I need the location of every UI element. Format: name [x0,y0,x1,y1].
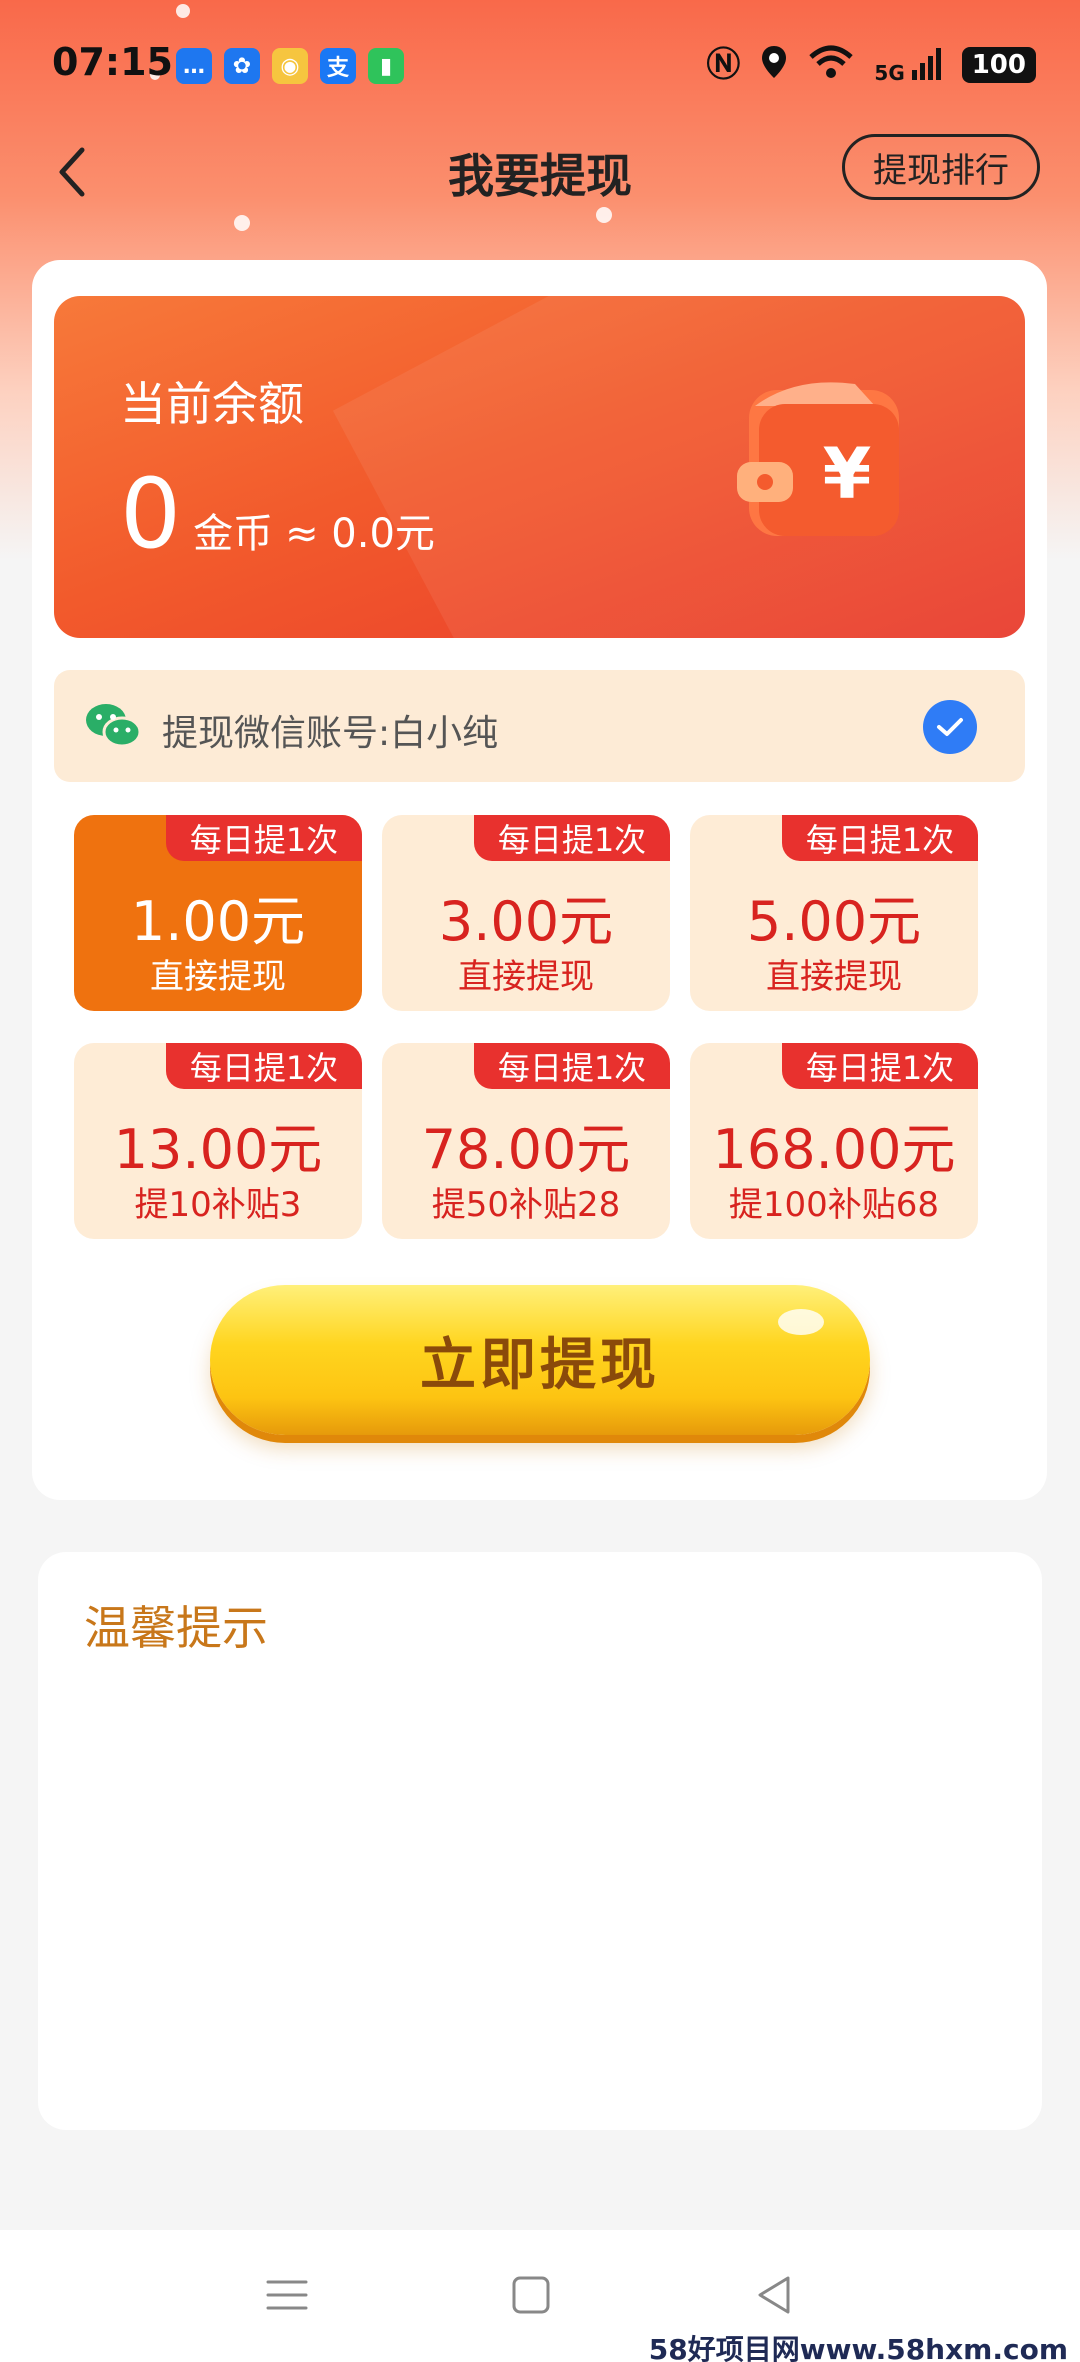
menu-icon[interactable] [262,2270,312,2320]
option-subtitle: 提100补贴68 [728,1185,940,1225]
option-amount: 3.00元 [438,890,614,953]
daily-limit-badge: 每日提1次 [782,1043,978,1089]
daily-limit-badge: 每日提1次 [474,815,670,861]
balance-row: 0 金币 ≈ 0.0元 [120,466,435,562]
balance-unit: 金币 [193,511,274,557]
weibo-icon: ◉ [272,48,308,84]
back-triangle-icon[interactable] [750,2270,800,2320]
daily-limit-badge: 每日提1次 [166,1043,362,1089]
amount-option[interactable]: 每日提1次 78.00元 提50补贴28 [382,1043,670,1239]
status-time: 07:15 [52,40,173,84]
option-amount: 168.00元 [712,1118,956,1181]
daily-limit-badge: 每日提1次 [166,815,362,861]
amount-option[interactable]: 每日提1次 5.00元 直接提现 [690,815,978,1011]
option-subtitle: 直接提现 [458,957,594,997]
option-subtitle: 提50补贴28 [431,1185,621,1225]
network-label: 5G [874,60,905,85]
tips-card: 温馨提示 [38,1552,1042,2130]
option-amount: 5.00元 [746,890,922,953]
amount-option[interactable]: 每日提1次 13.00元 提10补贴3 [74,1043,362,1239]
nfc-icon: Ⓝ [706,45,741,85]
battery-app-icon: ▮ [368,48,404,84]
amount-option[interactable]: 每日提1次 168.00元 提100补贴68 [690,1043,978,1239]
wechat-icon [86,704,142,748]
wechat-account-row[interactable]: 提现微信账号:白小纯 [54,670,1025,782]
balance-label: 当前余额 [120,377,304,431]
option-subtitle: 直接提现 [150,957,286,997]
option-amount: 1.00元 [130,890,306,953]
balance-coins: 0 [120,458,182,570]
withdraw-card: 当前余额 0 金币 ≈ 0.0元 ¥ 提现微信账号:白小纯 每日提1次 1.00元… [32,260,1047,1500]
daily-limit-badge: 每日提1次 [474,1043,670,1089]
pinwheel-icon: ✿ [224,48,260,84]
location-icon [760,44,788,86]
amount-option[interactable]: 每日提1次 1.00元 直接提现 [74,815,362,1011]
svg-text:¥: ¥ [823,433,872,515]
tips-title: 温馨提示 [84,1601,268,1655]
alipay-icon: 支 [320,48,356,84]
option-amount: 78.00元 [421,1118,631,1181]
wallet-icon: ¥ [737,382,899,536]
option-subtitle: 直接提现 [766,957,902,997]
system-icons: Ⓝ 5G 100 [706,44,1036,86]
withdraw-ranking-button[interactable]: 提现排行 [842,134,1040,200]
battery-icon: 100 [961,47,1036,83]
signal-icon: 5G [874,47,941,85]
daily-limit-badge: 每日提1次 [782,815,978,861]
balance-card: 当前余额 0 金币 ≈ 0.0元 ¥ [54,296,1025,638]
watermark: 58好项目网www.58hxm.com [648,2333,1068,2362]
balance-approx: ≈ 0.0元 [285,511,435,557]
wifi-icon [808,45,854,85]
button-gloss [778,1309,824,1335]
withdraw-now-label: 立即提现 [420,1332,660,1398]
option-amount: 13.00元 [113,1118,323,1181]
amount-option[interactable]: 每日提1次 3.00元 直接提现 [382,815,670,1011]
option-subtitle: 提10补贴3 [134,1185,302,1225]
wechat-account-label: 提现微信账号:白小纯 [162,713,499,754]
nav-bar: 我要提现 提现排行 [0,120,1080,220]
home-icon[interactable] [506,2270,556,2320]
notification-icons: … ✿ ◉ 支 ▮ [176,48,404,84]
status-bar: 07:15 … ✿ ◉ 支 ▮ Ⓝ 5G 100 [0,0,1080,130]
checkmark-icon[interactable] [923,700,977,754]
message-icon: … [176,48,212,84]
withdraw-now-button[interactable]: 立即提现 [210,1285,870,1435]
